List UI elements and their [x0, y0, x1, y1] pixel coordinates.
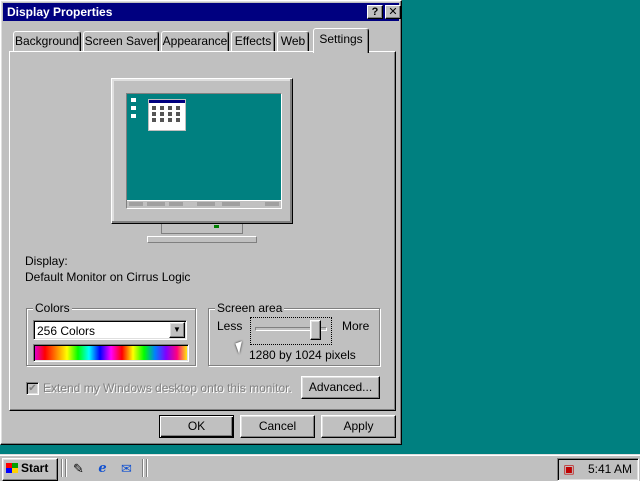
taskbar: Start ✎ e ✉ ▣ 5:41 AM — [0, 454, 640, 481]
screen-area-group-title: Screen area — [215, 301, 285, 315]
tab-screen-saver[interactable]: Screen Saver — [83, 31, 159, 51]
mini-desktop-icon — [131, 106, 136, 110]
windows-logo-icon — [6, 463, 18, 473]
monitor-preview-screen — [126, 93, 282, 209]
mini-desktop-icon — [131, 98, 136, 102]
display-value: Default Monitor on Cirrus Logic — [25, 270, 191, 284]
apply-button[interactable]: Apply — [321, 415, 396, 438]
monitor-preview — [111, 78, 293, 224]
taskbar-separator — [65, 459, 67, 477]
tab-effects[interactable]: Effects — [231, 31, 275, 51]
tab-appearance[interactable]: Appearance — [161, 31, 229, 51]
taskbar-separator — [142, 459, 144, 477]
colors-dropdown[interactable]: 256 Colors ▼ — [33, 320, 187, 340]
taskbar-separator — [146, 459, 148, 477]
display-label: Display: — [25, 254, 68, 268]
monitor-stand-neck — [161, 224, 243, 234]
display-properties-window: Display Properties ? ✕ Background Screen… — [0, 0, 402, 445]
internet-explorer-icon[interactable]: e — [94, 460, 111, 477]
mini-desktop-icon — [131, 114, 136, 118]
resolution-text: 1280 by 1024 pixels — [249, 348, 356, 362]
slider-more-label: More — [342, 319, 370, 333]
ok-button[interactable]: OK — [159, 415, 234, 438]
start-label: Start — [21, 461, 49, 475]
tab-web[interactable]: Web — [277, 31, 309, 51]
mini-taskbar-preview — [127, 200, 281, 208]
screen-area-slider-thumb[interactable] — [309, 320, 321, 340]
chevron-down-icon[interactable]: ▼ — [169, 322, 185, 338]
outlook-express-icon[interactable]: ✉ — [118, 460, 135, 477]
colors-dropdown-value: 256 Colors — [37, 324, 96, 338]
advanced-button[interactable]: Advanced... — [301, 376, 380, 399]
colors-group-title: Colors — [33, 301, 72, 315]
color-spectrum-preview — [33, 344, 189, 362]
close-button[interactable]: ✕ — [385, 5, 401, 19]
clock[interactable]: 5:41 AM — [588, 462, 632, 476]
tab-background[interactable]: Background — [13, 31, 81, 51]
system-tray: ▣ 5:41 AM — [557, 458, 639, 481]
extend-desktop-label: Extend my Windows desktop onto this moni… — [43, 381, 292, 395]
tab-settings[interactable]: Settings — [313, 28, 369, 53]
taskbar-separator — [61, 459, 63, 477]
extend-desktop-checkbox[interactable]: ✔ — [26, 382, 39, 395]
mini-window-preview — [148, 99, 186, 131]
start-button[interactable]: Start — [2, 458, 58, 481]
power-led-icon — [214, 225, 219, 228]
display-settings-tray-icon[interactable]: ▣ — [561, 461, 577, 477]
monitor-stand-base — [147, 236, 257, 243]
slider-less-label: Less — [217, 319, 243, 333]
window-title: Display Properties — [7, 5, 113, 19]
help-button[interactable]: ? — [367, 5, 383, 19]
title-bar[interactable]: Display Properties ? ✕ — [3, 3, 401, 21]
cancel-button[interactable]: Cancel — [240, 415, 315, 438]
show-desktop-icon[interactable]: ✎ — [70, 460, 87, 477]
